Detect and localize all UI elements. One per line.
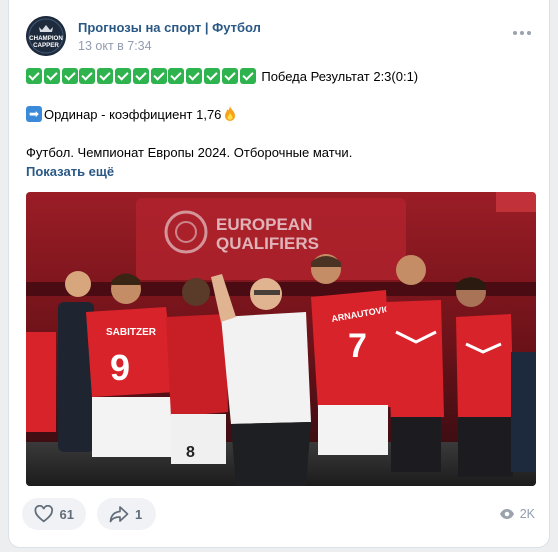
views-counter: 2K: [499, 507, 535, 521]
shirt-number-7: 7: [348, 327, 367, 365]
check-mark-icon: [150, 68, 167, 84]
check-mark-icon: [43, 68, 60, 84]
banner-text-2: QUALIFIERS: [216, 234, 319, 253]
shirt-number-8: 8: [186, 444, 195, 461]
heart-icon: [34, 505, 53, 523]
shirt-name-sabitzer: SABITZER: [106, 327, 157, 338]
logo-text-2: CAPPER: [33, 42, 59, 49]
check-mark-icon: [79, 68, 96, 84]
shirt-number-9: 9: [110, 347, 130, 388]
result-text: Победа Результат 2:3(0:1): [261, 68, 419, 84]
post-description: Футбол. Чемпионат Европы 2024. Отборочны…: [26, 145, 353, 160]
champion-capper-logo: CHAMPION CAPPER: [26, 16, 66, 56]
post-date[interactable]: 13 окт в 7:34: [78, 39, 152, 53]
show-more-link[interactable]: Показать ещё: [26, 164, 114, 179]
arrow-right-icon: ➡: [26, 106, 42, 122]
check-mark-icon: [61, 68, 78, 84]
share-icon: [109, 506, 129, 523]
check-mark-icon: [186, 68, 203, 84]
group-name-link[interactable]: Прогнозы на спорт | Футбол: [78, 20, 261, 35]
check-mark-icon: [114, 68, 131, 84]
shares-count: 1: [135, 506, 143, 522]
ordinar-text: Ординар - коэффициент 1,76: [44, 106, 222, 122]
check-mark-icon: [97, 68, 114, 84]
post-photo[interactable]: EUROPEAN QUALIFIERS SABITZER 9 8 ARNAUTO…: [26, 192, 536, 486]
like-button[interactable]: 61: [22, 498, 86, 530]
banner-text-1: EUROPEAN: [216, 215, 312, 234]
views-count: 2K: [519, 507, 535, 521]
result-line: Победа Результат 2:3(0:1): [26, 67, 418, 85]
team-huddle-photo: EUROPEAN QUALIFIERS SABITZER 9 8 ARNAUTO…: [26, 192, 536, 486]
logo-text-1: CHAMPION: [29, 35, 63, 42]
check-marks: [26, 68, 257, 84]
share-button[interactable]: 1: [97, 498, 156, 530]
more-options-icon[interactable]: [513, 28, 533, 38]
post-card: CHAMPION CAPPER Прогнозы на спорт | Футб…: [8, 0, 550, 548]
check-mark-icon: [221, 68, 238, 84]
check-mark-icon: [26, 68, 42, 84]
check-mark-icon: [132, 68, 149, 84]
likes-count: 61: [59, 506, 74, 522]
ordinar-line: ➡ Ординар - коэффициент 1,76: [26, 105, 237, 123]
eye-icon: [499, 509, 514, 519]
check-mark-icon: [239, 68, 256, 84]
group-avatar[interactable]: CHAMPION CAPPER: [26, 16, 66, 56]
fire-icon: [225, 106, 236, 121]
check-mark-icon: [203, 68, 220, 84]
check-mark-icon: [168, 68, 185, 84]
